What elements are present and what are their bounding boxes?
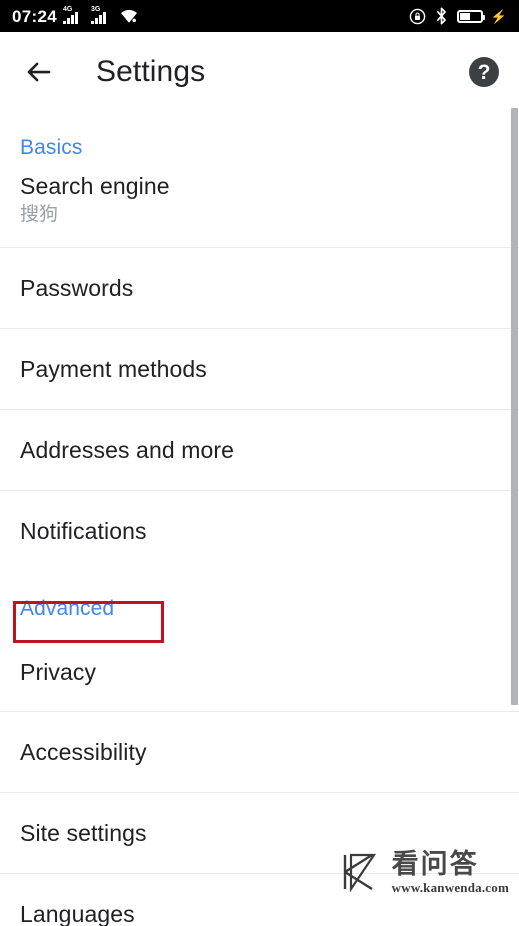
row-title: Languages [20, 901, 135, 926]
row-title: Site settings [20, 820, 147, 846]
row-title: Addresses and more [20, 437, 235, 463]
row-title: Payment methods [20, 356, 207, 382]
wifi-icon [120, 9, 137, 23]
status-bar-left: 07:24 4G 3G [12, 6, 139, 26]
row-title: Privacy [20, 659, 97, 685]
back-button[interactable] [22, 55, 56, 89]
page-title: Settings [96, 55, 206, 88]
row-title: Passwords [20, 275, 134, 301]
battery-icon [456, 9, 485, 23]
signal-3g-bars [90, 12, 106, 24]
settings-list: Basics Search engine 搜狗 Passwords Paymen… [0, 112, 519, 926]
rotation-lock-icon [409, 8, 426, 24]
settings-row-addresses-and-more[interactable]: Addresses and more [0, 410, 519, 490]
watermark-brand: 看问答 [391, 848, 479, 879]
watermark: 看问答 www.kanwenda.com [334, 848, 509, 896]
settings-row-privacy[interactable]: Privacy [0, 633, 519, 711]
status-bar-right: ⚡ [409, 7, 507, 25]
battery-level-fill [459, 12, 470, 20]
row-title: Search engine [20, 173, 170, 199]
row-title: Notifications [20, 518, 147, 544]
settings-row-accessibility[interactable]: Accessibility [0, 712, 519, 792]
settings-row-search-engine[interactable]: Search engine 搜狗 [0, 170, 519, 247]
signal-4g-icon: 4G [62, 6, 85, 25]
signal-3g-icon: 3G [90, 6, 113, 25]
settings-row-notifications[interactable]: Notifications [0, 491, 519, 571]
signal-4g-bars [62, 12, 78, 24]
bluetooth-icon [436, 7, 446, 25]
help-icon[interactable]: ? [469, 57, 499, 87]
status-clock: 07:24 [12, 6, 57, 26]
section-header-advanced: Advanced [20, 597, 115, 621]
row-subtitle: 搜狗 [20, 204, 59, 226]
app-bar: Settings ? [0, 32, 519, 112]
watermark-url: www.kanwenda.com [391, 879, 509, 895]
row-title: Accessibility [20, 739, 147, 765]
kanwenda-logo-icon [343, 853, 376, 893]
scrollbar-thumb[interactable] [511, 108, 518, 705]
settings-row-payment-methods[interactable]: Payment methods [0, 329, 519, 409]
settings-row-passwords[interactable]: Passwords [0, 248, 519, 328]
watermark-text: 看问答 www.kanwenda.com [391, 848, 509, 895]
section-header-basics: Basics [20, 136, 83, 159]
status-bar: 07:24 4G 3G ⚡ [0, 0, 519, 32]
scrollbar[interactable] [511, 108, 519, 926]
phone-screen: 07:24 4G 3G ⚡ Settings ? Basics Search e… [0, 0, 519, 926]
battery-charging-bolt-icon: ⚡ [490, 8, 507, 24]
back-arrow-icon [27, 62, 51, 82]
